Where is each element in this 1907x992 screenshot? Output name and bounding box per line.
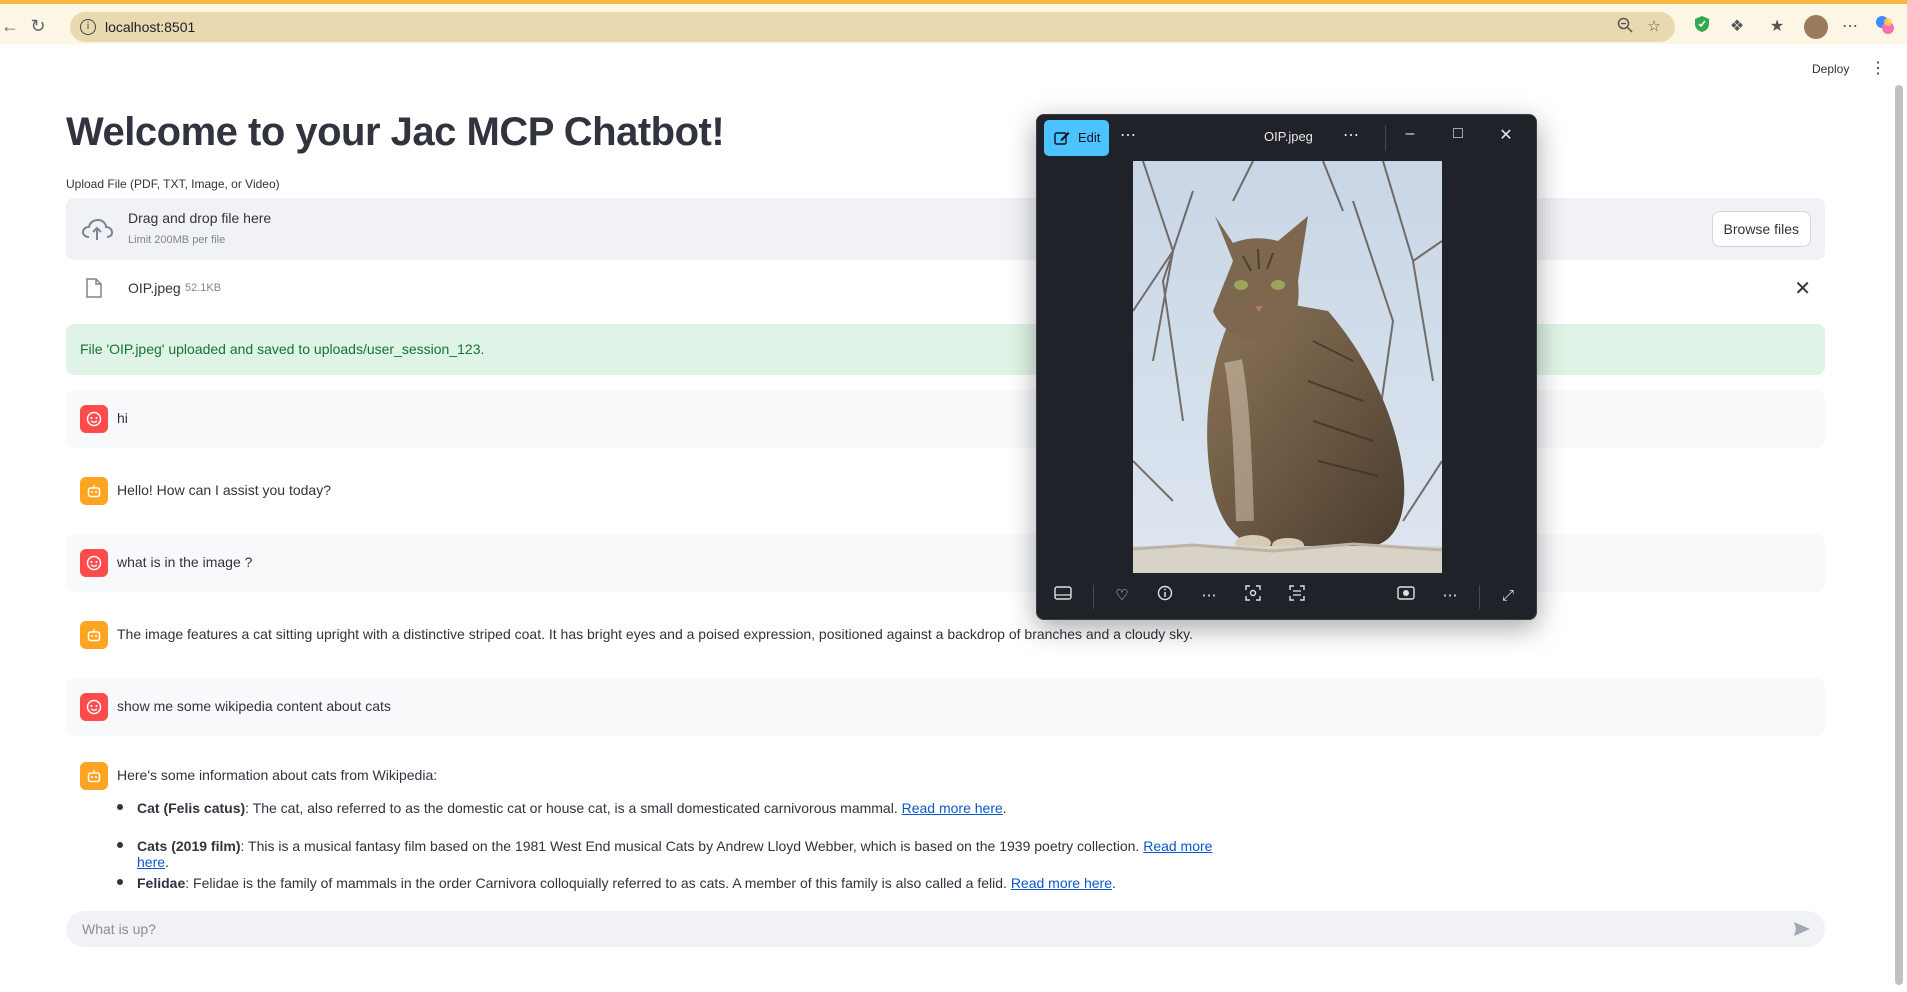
wiki-description: : This is a musical fantasy film based o… xyxy=(240,837,1144,854)
scan-text-icon[interactable] xyxy=(1286,585,1308,607)
more-options-icon[interactable]: ⋯ xyxy=(1439,585,1461,607)
upload-success-alert: File 'OIP.jpeg' uploaded and saved to up… xyxy=(66,324,1825,375)
edit-label: Edit xyxy=(1078,130,1101,145)
deploy-button[interactable]: Deploy xyxy=(1812,62,1849,76)
extensions-puzzle-icon[interactable]: ❖ xyxy=(1725,15,1749,39)
assistant-bot-icon xyxy=(80,477,108,505)
toolbar-divider xyxy=(1093,585,1094,609)
chat-input-placeholder[interactable]: What is up? xyxy=(82,921,156,937)
file-dropzone[interactable]: Drag and drop file here Limit 200MB per … xyxy=(66,198,1825,260)
app-menu-icon[interactable]: ⋮ xyxy=(1870,58,1886,78)
message-text: Hello! How can I assist you today? xyxy=(117,482,331,498)
edit-button[interactable]: Edit xyxy=(1044,120,1109,156)
favorite-heart-icon[interactable]: ♡ xyxy=(1111,585,1133,607)
zoom-icon[interactable] xyxy=(1614,17,1636,37)
wiki-end: . xyxy=(165,853,169,870)
uploaded-file-row: OIP.jpeg 52.1KB ✕ xyxy=(66,272,1825,306)
bullet xyxy=(117,841,123,848)
send-icon[interactable] xyxy=(1793,920,1811,938)
toolbar-divider xyxy=(1479,585,1480,609)
message-text: show me some wikipedia content about cat… xyxy=(117,698,391,714)
more-options-icon[interactable]: ⋯ xyxy=(1340,125,1362,145)
viewer-title: OIP.jpeg xyxy=(1264,129,1313,144)
cat-photo xyxy=(1133,161,1442,573)
chat-input[interactable]: What is up? xyxy=(66,911,1825,947)
url-text[interactable]: localhost:8501 xyxy=(105,19,195,35)
wiki-term: Cat (Felis catus) xyxy=(137,800,246,816)
browse-files-button[interactable]: Browse files xyxy=(1711,211,1811,247)
wiki-description: : The cat, also referred to as the domes… xyxy=(245,800,902,816)
user-avatar-icon xyxy=(80,405,108,433)
assistant-bot-icon xyxy=(80,621,108,649)
more-options-icon[interactable]: ⋯ xyxy=(1198,585,1220,607)
file-icon xyxy=(86,278,102,298)
chat-message-assistant: Hello! How can I assist you today? xyxy=(66,462,1825,520)
uploaded-file-name: OIP.jpeg xyxy=(128,280,181,296)
edit-pencil-icon xyxy=(1054,132,1070,145)
message-text: what is in the image ? xyxy=(117,554,253,570)
toolbar-divider xyxy=(1385,125,1386,151)
info-icon[interactable] xyxy=(1154,585,1176,607)
browser-toolbar: ← ↻ i localhost:8501 ☆ ❖ ★ ⋯ xyxy=(0,0,1907,44)
remove-file-close-icon[interactable]: ✕ xyxy=(1794,276,1811,300)
wiki-term: Felidae xyxy=(137,875,186,891)
image-viewer-window: Edit ⋯ OIP.jpeg ⋯ – □ ✕ ♡ ⋯ ⋯ ⤢ xyxy=(1036,114,1537,620)
full-screen-expand-icon[interactable]: ⤢ xyxy=(1497,585,1519,607)
list-item: Cat (Felis catus): The cat, also referre… xyxy=(117,800,1217,838)
site-info-icon[interactable]: i xyxy=(80,19,96,35)
cloud-upload-icon xyxy=(82,218,114,240)
filmstrip-icon[interactable] xyxy=(1052,585,1074,607)
favorites-icon[interactable]: ★ xyxy=(1765,15,1789,39)
message-text: hi xyxy=(117,410,128,426)
dropzone-limit: Limit 200MB per file xyxy=(128,234,226,246)
visual-search-icon[interactable] xyxy=(1242,585,1264,607)
wiki-term: Cats (2019 film) xyxy=(137,837,241,854)
chat-message-assistant: The image features a cat sitting upright… xyxy=(66,606,1825,664)
user-avatar-icon xyxy=(80,693,108,721)
list-item: Cats (2019 film): This is a musical fant… xyxy=(117,838,1217,876)
user-avatar-icon xyxy=(80,549,108,577)
read-more-link[interactable]: Read more here xyxy=(902,800,1003,816)
shield-extension-icon[interactable] xyxy=(1690,15,1714,39)
chat-message-user: what is in the image ? xyxy=(66,534,1825,592)
maximize-icon[interactable]: □ xyxy=(1447,125,1469,143)
message-text: Here's some information about cats from … xyxy=(117,767,438,783)
favorite-star-icon[interactable]: ☆ xyxy=(1643,17,1665,37)
chat-message-user: show me some wikipedia content about cat… xyxy=(66,678,1825,736)
slideshow-icon[interactable] xyxy=(1395,585,1417,607)
wikipedia-list: Cat (Felis catus): The cat, also referre… xyxy=(117,800,1217,913)
wiki-description: : Felidae is the family of mammals in th… xyxy=(185,875,1011,891)
bullet xyxy=(117,879,123,885)
back-arrow-icon[interactable]: ← xyxy=(0,14,22,38)
dropzone-title: Drag and drop file here xyxy=(128,210,272,226)
profile-avatar[interactable] xyxy=(1804,15,1828,39)
wiki-end: . xyxy=(1111,875,1116,891)
reload-icon[interactable]: ↻ xyxy=(26,14,50,38)
close-icon[interactable]: ✕ xyxy=(1495,125,1517,145)
bullet xyxy=(117,804,123,810)
wiki-end: . xyxy=(1002,800,1007,816)
list-item: Felidae: Felidae is the family of mammal… xyxy=(117,875,1217,913)
more-options-icon[interactable]: ⋯ xyxy=(1117,125,1139,145)
read-more-link[interactable]: Read more here xyxy=(1011,875,1112,891)
more-menu-icon[interactable]: ⋯ xyxy=(1838,15,1862,39)
copilot-icon[interactable] xyxy=(1873,15,1897,39)
uploaded-file-size: 52.1KB xyxy=(185,282,222,294)
address-bar[interactable]: i localhost:8501 ☆ xyxy=(70,12,1675,42)
page-title: Welcome to your Jac MCP Chatbot! xyxy=(66,110,725,154)
upload-label: Upload File (PDF, TXT, Image, or Video) xyxy=(66,177,280,191)
message-text: The image features a cat sitting upright… xyxy=(117,626,1194,642)
page-scrollbar[interactable] xyxy=(1895,85,1903,985)
minimize-icon[interactable]: – xyxy=(1399,125,1421,143)
chat-message-user: hi xyxy=(66,390,1825,448)
assistant-bot-icon xyxy=(80,762,108,790)
